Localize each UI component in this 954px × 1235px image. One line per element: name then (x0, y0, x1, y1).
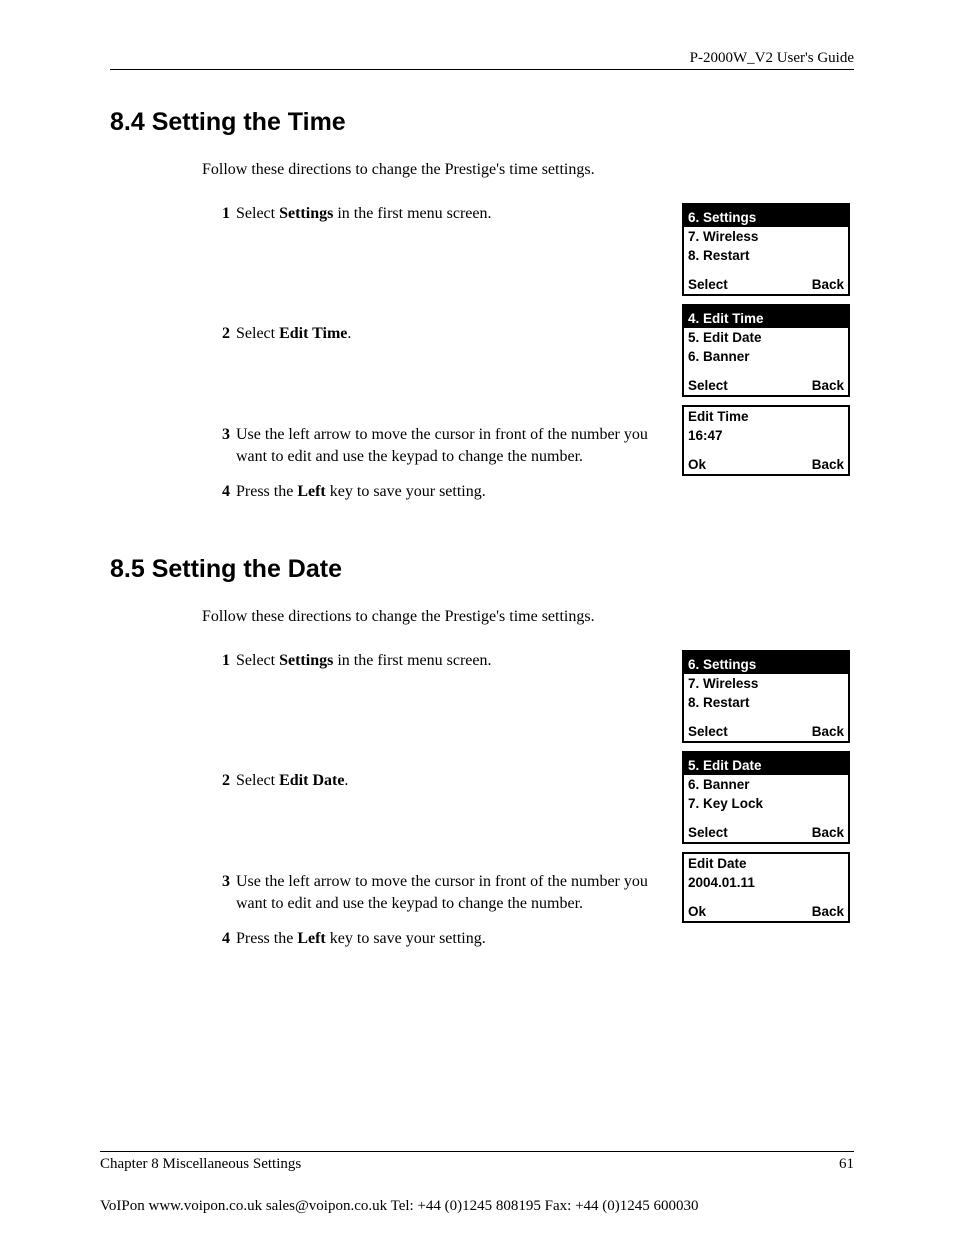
lcd-edit-time-menu: 4. Edit Time 5. Edit Date 6. Banner Sele… (682, 304, 850, 397)
step-1: 1 Select Settings in the first menu scre… (212, 650, 676, 672)
step-4: 4 Press the Left key to save your settin… (212, 928, 676, 950)
guide-title: P-2000W_V2 User's Guide (690, 50, 854, 66)
chapter-title: Chapter 8 Miscellaneous Settings (100, 1156, 301, 1173)
softkey-back: Back (812, 457, 844, 472)
softkey-back: Back (812, 378, 844, 393)
section-heading-8-5: 8.5 Setting the Date (110, 555, 854, 584)
page-number: 61 (839, 1156, 854, 1173)
softkey-ok: Ok (688, 457, 706, 472)
lcd-col-8-4: 6. Settings 7. Wireless 8. Restart Selec… (682, 203, 854, 484)
section-heading-8-4: 8.4 Setting the Time (110, 108, 854, 137)
lcd-settings: 6. Settings 7. Wireless 8. Restart Selec… (682, 650, 850, 743)
softkey-select: Select (688, 825, 728, 840)
softkey-back: Back (812, 904, 844, 919)
section-intro-8-5: Follow these directions to change the Pr… (202, 608, 854, 626)
steps-8-5: 1 Select Settings in the first menu scre… (212, 650, 682, 964)
steps-8-4: 1 Select Settings in the first menu scre… (212, 203, 682, 517)
step-4: 4 Press the Left key to save your settin… (212, 481, 676, 503)
step-2: 2 Select Edit Date. (212, 770, 676, 792)
lcd-settings: 6. Settings 7. Wireless 8. Restart Selec… (682, 203, 850, 296)
section-intro-8-4: Follow these directions to change the Pr… (202, 161, 854, 179)
lcd-col-8-5: 6. Settings 7. Wireless 8. Restart Selec… (682, 650, 854, 931)
softkey-select: Select (688, 724, 728, 739)
softkey-back: Back (812, 825, 844, 840)
step-2: 2 Select Edit Time. (212, 323, 676, 345)
lcd-edit-date: Edit Date 2004.01.11 OkBack (682, 852, 850, 923)
contact-info: VoIPon www.voipon.co.uk sales@voipon.co.… (100, 1198, 854, 1215)
softkey-back: Back (812, 724, 844, 739)
softkey-back: Back (812, 277, 844, 292)
page-footer: Chapter 8 Miscellaneous Settings 61 (100, 1151, 854, 1173)
lcd-edit-date-menu: 5. Edit Date 6. Banner 7. Key Lock Selec… (682, 751, 850, 844)
page: P-2000W_V2 User's Guide 8.4 Setting the … (0, 0, 954, 1235)
softkey-select: Select (688, 378, 728, 393)
content-8-5: 1 Select Settings in the first menu scre… (212, 650, 854, 964)
step-3: 3 Use the left arrow to move the cursor … (212, 424, 676, 467)
softkey-select: Select (688, 277, 728, 292)
step-3: 3 Use the left arrow to move the cursor … (212, 871, 676, 914)
page-header: P-2000W_V2 User's Guide (110, 50, 854, 70)
lcd-edit-time: Edit Time 16:47 OkBack (682, 405, 850, 476)
softkey-ok: Ok (688, 904, 706, 919)
step-1: 1 Select Settings in the first menu scre… (212, 203, 676, 225)
content-8-4: 1 Select Settings in the first menu scre… (212, 203, 854, 517)
